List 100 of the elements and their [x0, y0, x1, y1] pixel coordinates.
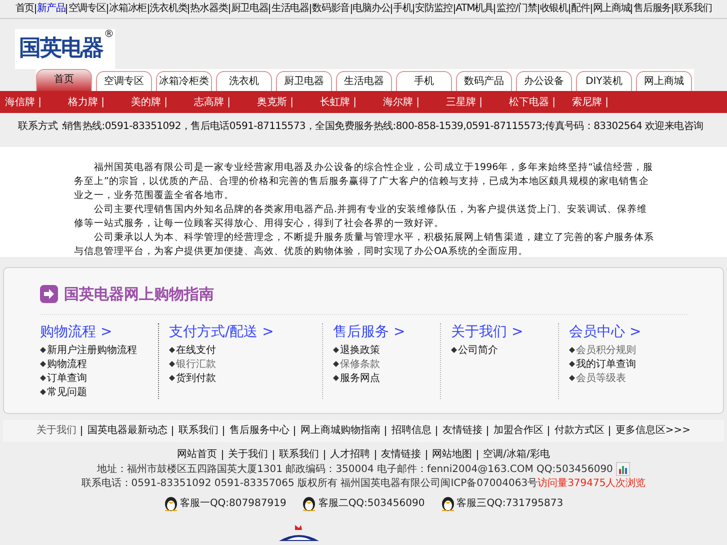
intro-paragraph: 福州国英电器有限公司是一家专业经营家用电器及办公设备的综合性企业，公司成立于1996年，多年来始终坚持“诚信经营，服务至上”的宗旨，以优质的产品、合理的价格和完善的售后服务赢得了广大客户的信赖与支持，已成为本地区颇具规模的家电销售企业之一，业务范围覆盖全省各地市。 [74, 161, 654, 203]
footer-link[interactable]: 关于我们 [222, 450, 274, 460]
footer-link[interactable]: 更多信息区>>> [609, 426, 696, 436]
sub-nav-link[interactable]: 志高牌 | [194, 95, 257, 109]
qq-link[interactable]: 客服一QQ:807987919 [180, 496, 286, 510]
nav-link[interactable]: 监控/门禁 [494, 4, 538, 14]
footer-link[interactable]: 联系我们 [172, 426, 224, 436]
footer-link[interactable]: 人才招聘 [324, 450, 376, 460]
nav-link[interactable]: 配件 [569, 4, 591, 14]
bullet-icon [40, 361, 46, 367]
nav-link[interactable]: 网上商城 [590, 4, 632, 14]
stats-icon [616, 462, 630, 476]
visit-counter: 访问量379475人次浏览 [538, 476, 646, 490]
guide-link[interactable]: 退换政策 [340, 343, 380, 357]
guide-link[interactable]: 保修条款 [340, 357, 380, 371]
nav-link[interactable]: 数码影音 [310, 4, 351, 14]
nav-link[interactable]: 手机 [391, 4, 414, 14]
footer-link[interactable]: 网站首页 [172, 450, 222, 460]
bullet-icon [169, 375, 175, 381]
nav-link[interactable]: 厨卫电器 [228, 4, 270, 14]
column-heading[interactable]: 购物流程 > [40, 323, 158, 341]
sub-nav-link[interactable]: 三星牌 | [446, 95, 509, 109]
nav-tab[interactable]: 网上商城 [636, 71, 692, 91]
sub-nav-link[interactable]: 格力牌 | [68, 95, 131, 109]
guide-link[interactable]: 常见问题 [47, 385, 87, 399]
intro-paragraph: 公司秉承以人为本、科学管理的经营理念，不断提升服务质量与管理水平，积极拓展网上销售渠道，建立了完善的客户服务体系与信息管理平台，为客户提供更加便捷、高效、优质的购物体验，同时实现了办公OA系统的全面应用。 [74, 231, 655, 259]
column-heading[interactable]: 关于我们 > [451, 323, 558, 341]
bullet-icon [40, 347, 46, 353]
footer-link[interactable]: 售后服务中心 [223, 426, 294, 436]
footer-link[interactable]: 友情链接 [375, 450, 426, 460]
nav-tab[interactable]: 洗衣机 [216, 71, 272, 91]
nav-link[interactable]: ATM机具 [454, 4, 494, 14]
bullet-icon [169, 347, 175, 353]
bullet-icon [40, 389, 46, 395]
column-heading[interactable]: 会员中心 > [569, 323, 674, 341]
address-text: 地址：福州市鼓楼区五四路国英大厦1301 邮政编码：350004 电子邮件：fenni2004@163.COM QQ:503456090 [97, 462, 613, 476]
nav-link[interactable]: 首页 [14, 4, 36, 14]
bullet-icon [333, 347, 339, 353]
footer-link[interactable]: 联系我们 [273, 450, 324, 460]
sub-nav-link[interactable]: 索尼牌 | [572, 95, 635, 109]
bullet-icon [569, 375, 575, 381]
sub-nav-link[interactable]: 奥克斯 | [257, 95, 320, 109]
nav-tab[interactable]: 首页 [36, 69, 92, 91]
nav-tab[interactable]: DIY装机 [576, 71, 632, 91]
sub-nav-link[interactable]: 海尔牌 | [383, 95, 446, 109]
nav-link[interactable]: 洗衣机类 [148, 4, 188, 14]
penguin-icon [440, 495, 455, 511]
nav-link[interactable]: 联系我们 [672, 4, 713, 14]
footer-link[interactable]: 关于我们 [31, 426, 82, 436]
nav-tab[interactable]: 冰箱冷柜类 [156, 71, 212, 91]
nav-link[interactable]: 新产品 [35, 4, 66, 14]
sub-nav-link[interactable]: 美的牌 | [131, 95, 194, 109]
footer-link[interactable]: 网站地图 [426, 450, 478, 460]
bullet-icon [569, 347, 575, 353]
copyright-text: 联系电话：0591-83351092 0591-83357065 版权所有 福州国英电器有限公司闽ICP备07004063号 [81, 476, 538, 490]
nav-tab[interactable]: 厨卫电器 [276, 71, 332, 91]
footer-link[interactable]: 付款方式区 [548, 426, 610, 436]
guide-link[interactable]: 服务网点 [340, 371, 380, 385]
nav-link[interactable]: 售后服务 [631, 4, 672, 14]
emblem-icon [276, 524, 320, 541]
nav-link[interactable]: 安防监控 [413, 4, 454, 14]
column-heading[interactable]: 支付方式/配送 > [169, 323, 322, 341]
guide-link[interactable]: 订单查询 [47, 371, 87, 385]
bullet-icon [333, 361, 339, 367]
footer-link[interactable]: 友情链接 [436, 426, 488, 436]
sub-nav-link[interactable]: 海信牌 | [5, 95, 68, 109]
guide-link[interactable]: 公司简介 [458, 343, 498, 357]
nav-link[interactable]: 收银机 [538, 4, 570, 14]
nav-link[interactable]: 空调专区 [66, 4, 107, 14]
sub-nav-link[interactable]: 长虹牌 | [320, 95, 383, 109]
notice-label: 联系方式： [18, 120, 63, 133]
footer-link[interactable]: 空调/冰箱/彩电 [477, 450, 555, 460]
footer-link[interactable]: 加盟合作区 [487, 426, 548, 436]
footer-link[interactable]: 网上商城购物指南 [294, 426, 386, 436]
nav-tab[interactable]: 数码产品 [456, 71, 512, 91]
guide-link[interactable]: 在线支付 [176, 343, 216, 357]
nav-link[interactable]: 热水器类 [188, 4, 229, 14]
guide-link[interactable]: 购物流程 [47, 357, 87, 371]
nav-tab[interactable]: 手机 [396, 71, 452, 91]
nav-link[interactable]: 冰箱冰柜 [106, 4, 148, 14]
qq-link[interactable]: 客服二QQ:503456090 [318, 496, 425, 510]
nav-link[interactable]: 电脑办公 [350, 4, 392, 14]
guide-link[interactable]: 货到付款 [176, 371, 216, 385]
footer-link[interactable]: 招聘信息 [385, 426, 436, 436]
intro-paragraph: 公司主要代理销售国内外知名品牌的各类家用电器产品.并拥有专业的安装维修队伍，为客户提供送货上门、安装调试、保养维修等一站式服务，让每一位顾客买得放心、用得安心，得到了社会各界的一致好评。 [74, 203, 648, 231]
footer-link[interactable]: 国英电器最新动态 [81, 426, 172, 436]
guide-title: 国英电器网上购物指南 [64, 284, 214, 304]
guide-link[interactable]: 我的订单查询 [576, 357, 636, 371]
guide-link[interactable]: 银行汇款 [176, 357, 216, 371]
guide-link[interactable]: 会员等级表 [576, 371, 626, 385]
qq-link[interactable]: 客服三QQ:731795873 [456, 496, 564, 510]
nav-tab[interactable]: 空调专区 [96, 71, 152, 91]
nav-link[interactable]: 生活电器 [269, 4, 310, 14]
nav-tab[interactable]: 办公设备 [516, 71, 572, 91]
guide-link[interactable]: 会员积分规则 [576, 343, 636, 357]
nav-tab[interactable]: 生活电器 [336, 71, 392, 91]
guide-link[interactable]: 新用户注册购物流程 [47, 343, 137, 357]
sub-nav-link[interactable]: 松下电器 | [509, 95, 572, 109]
column-heading[interactable]: 售后服务 > [333, 323, 440, 341]
logo-text: 国英电器 [18, 35, 103, 63]
